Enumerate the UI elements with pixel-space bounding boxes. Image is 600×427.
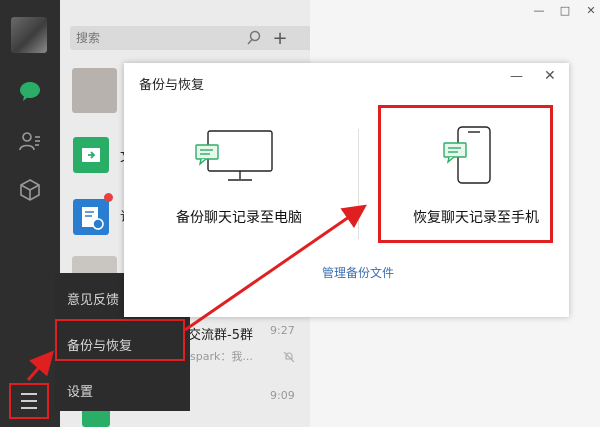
annotation-arrows <box>26 204 367 381</box>
arrow-to-menu <box>26 350 54 381</box>
arrow-to-restore <box>184 204 367 332</box>
